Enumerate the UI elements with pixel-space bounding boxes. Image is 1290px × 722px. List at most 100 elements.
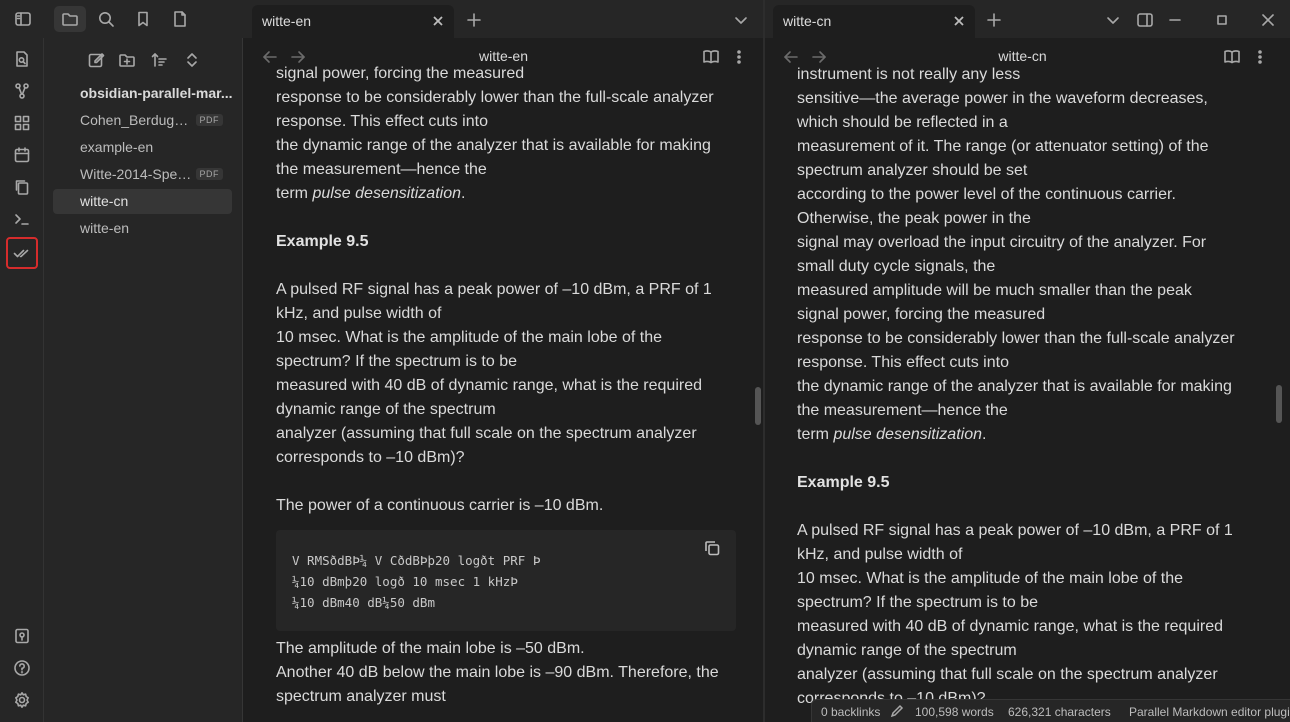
open-quick-switcher-icon[interactable] <box>8 45 36 73</box>
text-line: spectrum analyzer must <box>276 688 446 705</box>
expand-collapse-icon[interactable] <box>179 47 205 73</box>
text-line: Otherwise, the peak power in the <box>797 210 1031 227</box>
pencil-icon[interactable] <box>890 704 904 718</box>
text-line: dynamic range of the spectrum <box>797 642 1017 659</box>
text-line: measured with 40 dB of dynamic range, wh… <box>276 377 703 394</box>
note-content[interactable]: instrument is not really any less sensit… <box>797 63 1257 711</box>
scrollbar-thumb[interactable] <box>755 387 761 425</box>
text-line: Another 40 dB below the main lobe is –90… <box>276 664 719 681</box>
file-item-active[interactable]: witte-cn <box>53 189 232 214</box>
help-icon[interactable] <box>8 654 36 682</box>
text-line: signal may overload the input circuitry … <box>797 234 1207 251</box>
file-item[interactable]: Witte-2014-Spect... PDF <box>53 162 232 187</box>
code-line: ¼10 dBm40 dB¼50 dBm <box>292 595 435 610</box>
text-line: spectrum? If the spectrum is to be <box>276 353 517 370</box>
term-italic: pulse desensitization <box>833 426 982 443</box>
close-icon[interactable] <box>428 11 448 31</box>
text-line: A pulsed RF signal has a peak power of –… <box>797 522 1233 539</box>
text-line: spectrum? If the spectrum is to be <box>797 594 1038 611</box>
plugin-status[interactable]: Parallel Markdown editor plugin <box>1129 705 1290 719</box>
file-name: example-en <box>80 139 154 155</box>
text-line: response. This effect cuts into <box>797 354 1009 371</box>
title-bar: witte-en witte-cn <box>0 0 1290 38</box>
text-line: measurement of it. The range (or attenua… <box>797 138 1209 155</box>
close-icon[interactable] <box>949 11 969 31</box>
text-line: 10 msec. What is the amplitude of the ma… <box>797 570 1183 587</box>
text-line: small duty cycle signals, the <box>797 258 996 275</box>
file-icon[interactable] <box>166 6 194 32</box>
term-prefix: term <box>797 426 834 443</box>
copy-code-icon[interactable] <box>702 538 722 558</box>
file-item[interactable]: example-en <box>53 135 232 160</box>
example-heading: Example 9.5 <box>276 233 369 250</box>
text-line: response. This effect cuts into <box>276 113 488 130</box>
backlinks-count[interactable]: 0 backlinks <box>821 705 880 719</box>
term-suffix: . <box>982 426 987 443</box>
vault-help-icon[interactable] <box>8 622 36 650</box>
canvas-icon[interactable] <box>8 109 36 137</box>
text-line: instrument is not really any less <box>797 66 1021 83</box>
new-note-icon[interactable] <box>83 47 109 73</box>
text-line: measured with 40 dB of dynamic range, wh… <box>797 618 1224 635</box>
code-line: V RMSðdBÞ¼ V CðdBÞþ20 logðt PRF Þ <box>292 553 541 568</box>
code-block[interactable]: V RMSðdBÞ¼ V CðdBÞþ20 logðt PRF Þ ¼10 dB… <box>276 530 736 631</box>
settings-gear-icon[interactable] <box>8 686 36 714</box>
chevron-down-icon[interactable] <box>730 9 752 31</box>
word-count: 100,598 words <box>915 705 994 719</box>
text-line: response to be considerably lower than t… <box>797 330 1235 347</box>
term-line: term pulse desensitization. <box>276 182 736 206</box>
text-line: the measurement—hence the <box>797 402 1008 419</box>
sort-order-icon[interactable] <box>146 47 172 73</box>
scrollbar-thumb[interactable] <box>1276 385 1282 423</box>
text-line: dynamic range of the spectrum <box>276 401 496 418</box>
file-name: witte-cn <box>80 193 129 209</box>
file-name: witte-en <box>80 220 130 236</box>
file-item[interactable]: Cohen_Berdugo-... PDF <box>53 108 232 133</box>
new-folder-icon[interactable] <box>114 47 140 73</box>
tab-title: witte-cn <box>783 13 832 29</box>
chevron-down-icon[interactable] <box>1102 9 1124 31</box>
term-line: term pulse desensitization. <box>797 423 1257 447</box>
note-content[interactable]: signal power, forcing the measured respo… <box>276 62 736 709</box>
text-line: the dynamic range of the analyzer that i… <box>276 137 711 154</box>
code-line: ¼10 dBmþ20 logð 10 msec 1 kHzÞ <box>292 574 518 589</box>
right-sidebar-toggle-icon[interactable] <box>1134 9 1156 31</box>
calendar-icon[interactable] <box>8 141 36 169</box>
text-line: measured amplitude will be much smaller … <box>797 282 1192 299</box>
text-line: response to be considerably lower than t… <box>276 89 714 106</box>
term-prefix: term <box>276 185 313 202</box>
maximize-icon[interactable] <box>1211 9 1233 31</box>
graph-view-icon[interactable] <box>8 77 36 105</box>
sidebar-toggle-icon[interactable] <box>9 6 37 32</box>
text-line: kHz, and pulse width of <box>276 305 442 322</box>
tab-witte-en[interactable]: witte-en <box>252 5 454 38</box>
text-line: the measurement—hence the <box>276 161 487 178</box>
text-line: according to the power level of the cont… <box>797 186 1176 203</box>
tab-witte-cn[interactable]: witte-cn <box>773 5 975 38</box>
text-line: analyzer (assuming that full scale on th… <box>276 425 697 442</box>
text-line: kHz, and pulse width of <box>797 546 963 563</box>
copy-icon[interactable] <box>8 173 36 201</box>
text-line: which should be reflected in a <box>797 114 1008 131</box>
editor-pane-cn: witte-cn instrument is not really any le… <box>765 38 1290 722</box>
tab-title: witte-en <box>262 13 312 29</box>
new-tab-icon[interactable] <box>463 9 485 31</box>
search-icon[interactable] <box>92 6 120 32</box>
status-bar: 0 backlinks 100,598 words 626,321 charac… <box>811 699 1290 722</box>
term-italic: pulse desensitization <box>312 185 461 202</box>
file-explorer: obsidian-parallel-mar... Cohen_Berdugo-.… <box>44 38 243 722</box>
minimize-icon[interactable] <box>1164 9 1186 31</box>
view-title[interactable]: witte-cn <box>765 48 1285 64</box>
vault-name[interactable]: obsidian-parallel-mar... <box>80 85 233 101</box>
file-item[interactable]: witte-en <box>53 216 232 241</box>
terminal-icon[interactable] <box>8 205 36 233</box>
text-line: signal power, forcing the measured <box>276 65 525 82</box>
files-folder-icon[interactable] <box>54 6 86 32</box>
bookmark-icon[interactable] <box>129 6 157 32</box>
new-tab-icon[interactable] <box>983 9 1005 31</box>
term-suffix: . <box>461 185 466 202</box>
file-name: Cohen_Berdugo-... <box>80 112 192 128</box>
editor-pane-en: witte-en signal power, forcing the measu… <box>244 38 763 722</box>
parallel-editor-check-icon[interactable] <box>6 237 38 269</box>
window-close-icon[interactable] <box>1257 9 1279 31</box>
